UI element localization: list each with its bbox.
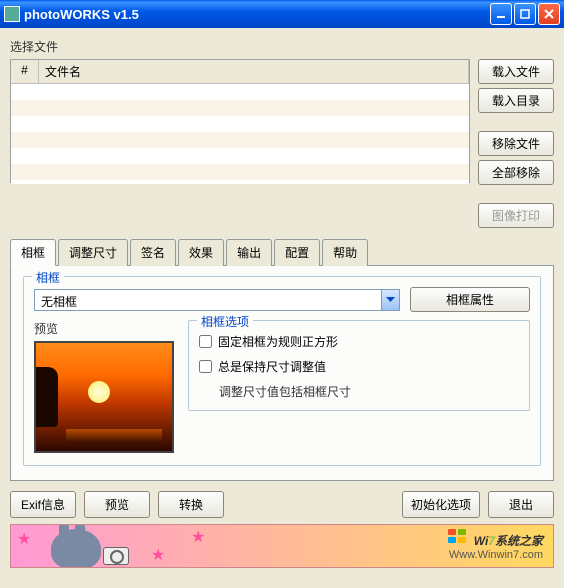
tab-row: 相框 调整尺寸 签名 效果 输出 配置 帮助 [10,239,554,266]
tab-panel-frame: 相框 无相框 相框属性 预览 [10,265,554,481]
frame-options-legend: 相框选项 [197,313,253,330]
combo-value: 无相框 [35,290,381,310]
table-header: # 文件名 [11,60,469,84]
print-image-button[interactable]: 图像打印 [478,203,554,228]
tab-config[interactable]: 配置 [274,239,320,266]
table-body[interactable] [11,84,469,184]
square-frame-label: 固定相框为规则正方形 [218,333,338,350]
col-number: # [11,60,39,83]
select-files-label: 选择文件 [10,38,554,55]
load-files-button[interactable]: 载入文件 [478,59,554,84]
exit-button[interactable]: 退出 [488,491,554,518]
tab-help[interactable]: 帮助 [322,239,368,266]
col-filename: 文件名 [39,60,469,83]
square-frame-checkbox[interactable] [199,335,212,348]
window-title: photoWORKS v1.5 [24,7,490,22]
app-icon [4,6,20,22]
banner-text: Wi7系统之家 Www.Winwin7.com [448,529,543,561]
frame-type-combo[interactable]: 无相框 [34,289,400,311]
close-button[interactable] [538,3,560,25]
preview-button[interactable]: 预览 [84,491,150,518]
preview-image [34,341,174,453]
remove-all-button[interactable]: 全部移除 [478,160,554,185]
minimize-button[interactable] [490,3,512,25]
keep-size-label: 总是保持尺寸调整值 [218,358,326,375]
init-options-button[interactable]: 初始化选项 [402,491,480,518]
tab-frame[interactable]: 相框 [10,239,56,266]
frame-legend: 相框 [32,269,64,286]
tab-effect[interactable]: 效果 [178,239,224,266]
footer-banner: ★ ★ ★ Wi7系统之家 Www.Winwin7.com [10,524,554,568]
chevron-down-icon[interactable] [381,290,399,310]
windows-flag-icon [448,529,468,545]
maximize-button[interactable] [514,3,536,25]
tab-resize[interactable]: 调整尺寸 [58,239,128,266]
preview-label: 预览 [34,320,174,337]
exif-info-button[interactable]: Exif信息 [10,491,76,518]
frame-properties-button[interactable]: 相框属性 [410,287,530,312]
load-dir-button[interactable]: 载入目录 [478,88,554,113]
keep-size-checkbox[interactable] [199,360,212,373]
titlebar: photoWORKS v1.5 [0,0,564,28]
bunny-icon [51,529,101,568]
tab-signature[interactable]: 签名 [130,239,176,266]
file-list-table[interactable]: # 文件名 [10,59,470,183]
camera-icon [103,547,129,565]
tab-output[interactable]: 输出 [226,239,272,266]
remove-file-button[interactable]: 移除文件 [478,131,554,156]
keep-size-sublabel: 调整尺寸值包括相框尺寸 [219,383,519,400]
convert-button[interactable]: 转换 [158,491,224,518]
